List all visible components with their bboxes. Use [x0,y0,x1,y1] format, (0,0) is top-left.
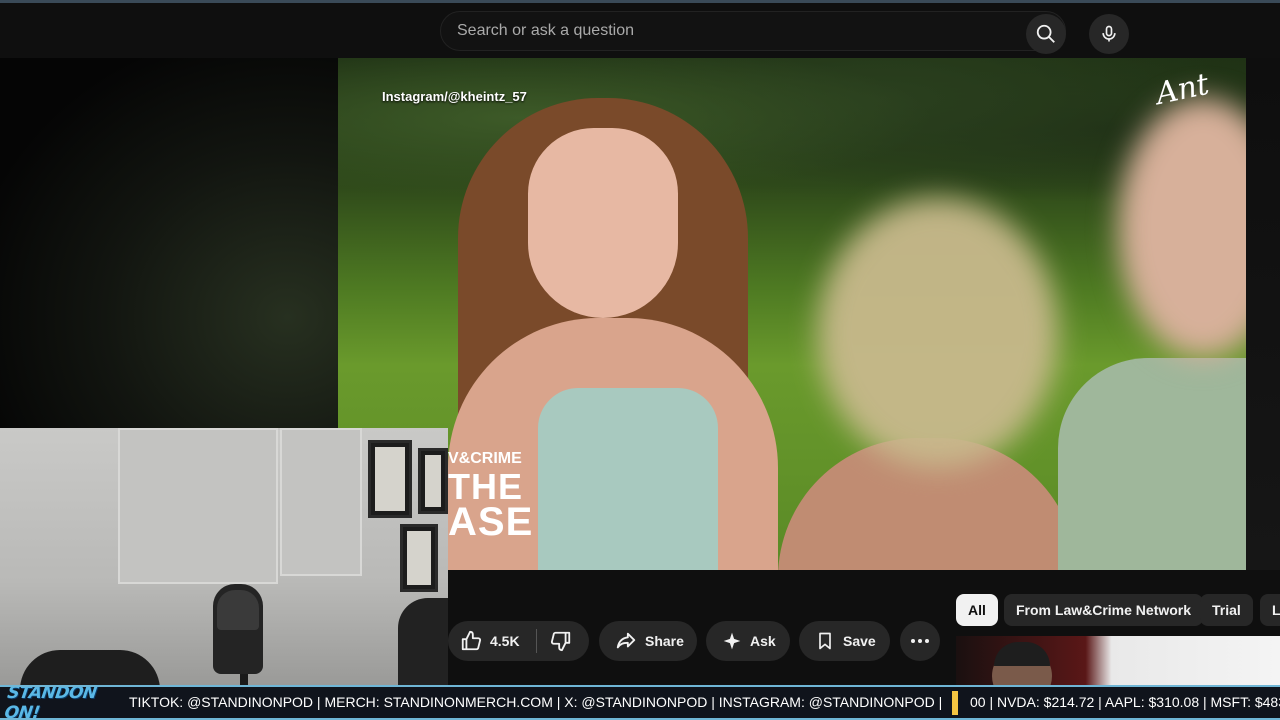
blurred-person-body-2 [1058,358,1246,570]
more-horizontal-icon [911,639,929,643]
share-button[interactable]: Share [599,621,697,661]
sparkle-icon [723,632,741,650]
chip-trial[interactable]: Trial [1200,594,1253,626]
save-label: Save [843,633,876,649]
stream-logo: STANDON ON! [3,687,110,718]
stream-logo-text: STANDON ON! [3,685,99,720]
picture-frame-3 [400,524,438,592]
thumbnail-hair [994,642,1050,666]
microphone-grill [217,590,259,630]
ambient-backdrop [0,58,338,428]
like-dislike-group: 4.5K [448,621,589,661]
like-count: 4.5K [490,633,520,649]
share-icon [616,632,636,649]
wall-cabinet-2 [280,428,362,576]
like-button[interactable]: 4.5K [448,621,520,661]
picture-frame-2 [418,448,448,514]
thumbs-down-icon [550,631,570,652]
top-bar [0,3,1280,58]
share-label: Share [645,633,684,649]
video-subject-dress [538,388,718,570]
ticker-separator [952,691,958,715]
room-object [398,598,448,685]
right-edge-backdrop [1246,58,1280,570]
ask-label: Ask [750,633,776,649]
more-actions-button[interactable] [900,621,940,661]
search-icon [1036,24,1055,43]
filter-chips: All From Law&Crime Network Trial L [956,594,1280,626]
video-player[interactable]: Instagram/@kheintz_57 Ant V&CRIME THE AS… [338,58,1246,570]
bookmark-icon [819,632,831,650]
search-box[interactable] [440,11,1066,51]
video-subject-face [528,128,678,318]
search-button[interactable] [1026,14,1066,54]
recommended-video-thumbnail[interactable] [956,636,1280,685]
search-input[interactable] [457,12,1017,50]
thumbs-up-icon [461,630,482,651]
blurred-face [818,198,1058,468]
save-button[interactable]: Save [799,621,890,661]
chip-all[interactable]: All [956,594,998,626]
microphone-icon [1102,25,1116,42]
wall-cabinet [118,428,278,584]
ticker-stocks: 00 | NVDA: $214.72 | AAPL: $310.08 | MSF… [970,694,1280,710]
chip-from-channel[interactable]: From Law&Crime Network [1004,594,1204,626]
video-credit-overlay: Instagram/@kheintz_57 [382,89,527,104]
channel-watermark-line2: ASE [448,500,534,544]
ask-button[interactable]: Ask [706,621,790,661]
voice-search-button[interactable] [1089,14,1129,54]
picture-frame [368,440,412,518]
chair [20,650,160,685]
webcam-overlay [0,428,448,685]
stream-ticker: STANDON ON! TIKTOK: @STANDINONPOD | MERC… [0,685,1280,720]
ticker-socials: TIKTOK: @STANDINONPOD | MERCH: STANDINON… [129,694,943,710]
dislike-button[interactable] [537,621,585,661]
chip-more[interactable]: L [1260,594,1280,626]
